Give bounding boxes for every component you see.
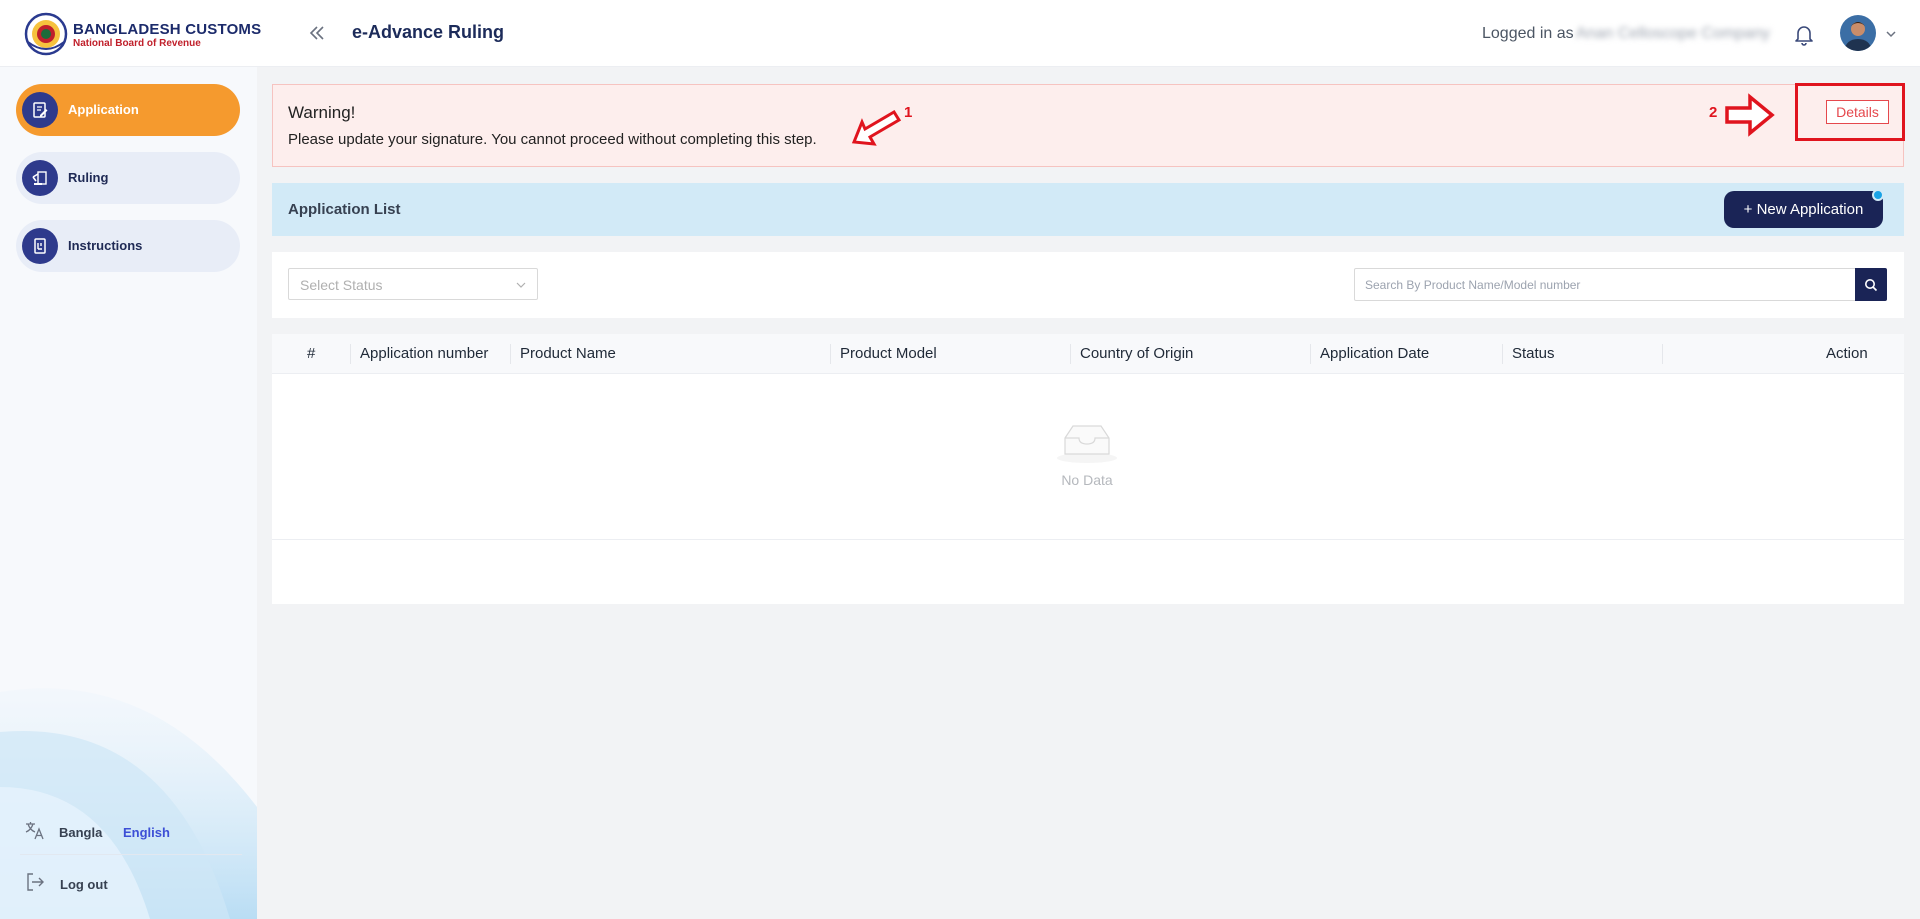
column-header-application-date: Application Date (1320, 345, 1430, 362)
annotation-number-1: 1 (904, 104, 913, 121)
new-application-button[interactable]: + New Application (1724, 191, 1883, 228)
chevron-down-icon[interactable] (1884, 27, 1898, 41)
page-title: e-Advance Ruling (352, 22, 505, 42)
column-divider (1310, 344, 1311, 364)
language-english[interactable]: English (123, 825, 170, 840)
application-form-icon (22, 92, 58, 128)
table-header: # Application number Product Name Produc… (272, 334, 1904, 374)
sidebar-item-label: Ruling (68, 170, 109, 185)
table-divider (272, 539, 1904, 540)
column-divider (1662, 344, 1663, 364)
warning-message: Please update your signature. You cannot… (288, 131, 817, 148)
search-button[interactable] (1855, 268, 1887, 301)
annotation-arrow-right-icon (1725, 93, 1775, 137)
logged-in-username: Anan Celloscope Company (1576, 25, 1770, 42)
search-input[interactable] (1354, 268, 1856, 301)
warning-title: Warning! (288, 103, 356, 122)
brand-title: BANGLADESH CUSTOMS (73, 21, 262, 38)
bangladesh-customs-logo (24, 12, 68, 56)
translate-icon (25, 822, 44, 840)
details-button[interactable]: Details (1826, 100, 1889, 124)
sidebar: Application Ruling Instructions Bangla E… (0, 67, 257, 919)
empty-state-text: No Data (1061, 472, 1113, 488)
column-header-index: # (307, 345, 316, 362)
sidebar-item-application[interactable]: Application (16, 84, 240, 136)
column-header-product-name: Product Name (520, 345, 616, 362)
top-header: BANGLADESH CUSTOMS National Board of Rev… (0, 0, 1920, 67)
annotation-number-2: 2 (1709, 104, 1718, 121)
logout-label: Log out (60, 877, 108, 892)
application-list-bar: Application List (272, 183, 1904, 236)
status-select[interactable]: Select Status (288, 268, 538, 300)
column-header-action: Action (1826, 345, 1868, 362)
column-header-product-model: Product Model (840, 345, 937, 362)
brand-subtitle: National Board of Revenue (73, 38, 201, 49)
column-divider (830, 344, 831, 364)
logout-icon (27, 873, 44, 891)
language-bangla[interactable]: Bangla (59, 825, 102, 840)
instructions-book-icon (22, 228, 58, 264)
user-avatar[interactable] (1840, 15, 1876, 51)
column-divider (350, 344, 351, 364)
column-header-status: Status (1512, 345, 1555, 362)
signature-warning-alert: Warning! Please update your signature. Y… (272, 84, 1904, 167)
logged-in-label: Logged in as (1482, 25, 1574, 42)
sidebar-item-instructions[interactable]: Instructions (16, 220, 240, 272)
notification-bell-icon[interactable] (1792, 22, 1816, 46)
column-header-country-of-origin: Country of Origin (1080, 345, 1194, 362)
sidebar-divider (20, 854, 242, 855)
column-divider (510, 344, 511, 364)
annotation-arrow-left-icon (851, 109, 902, 146)
chevron-down-icon (516, 282, 526, 288)
column-divider (1070, 344, 1071, 364)
search-icon (1865, 278, 1878, 291)
notification-dot (1872, 189, 1884, 201)
column-divider (1502, 344, 1503, 364)
application-list-title: Application List (288, 201, 401, 218)
ruling-icon (22, 160, 58, 196)
logout-button[interactable]: Log out (20, 867, 140, 897)
application-table: # Application number Product Name Produc… (272, 334, 1904, 604)
column-header-application-number: Application number (360, 345, 489, 362)
sidebar-item-label: Instructions (68, 238, 143, 253)
collapse-sidebar-icon[interactable] (306, 22, 328, 44)
sidebar-item-ruling[interactable]: Ruling (16, 152, 240, 204)
status-select-placeholder: Select Status (300, 277, 383, 293)
empty-inbox-icon (1057, 425, 1117, 463)
sidebar-item-label: Application (68, 102, 139, 117)
